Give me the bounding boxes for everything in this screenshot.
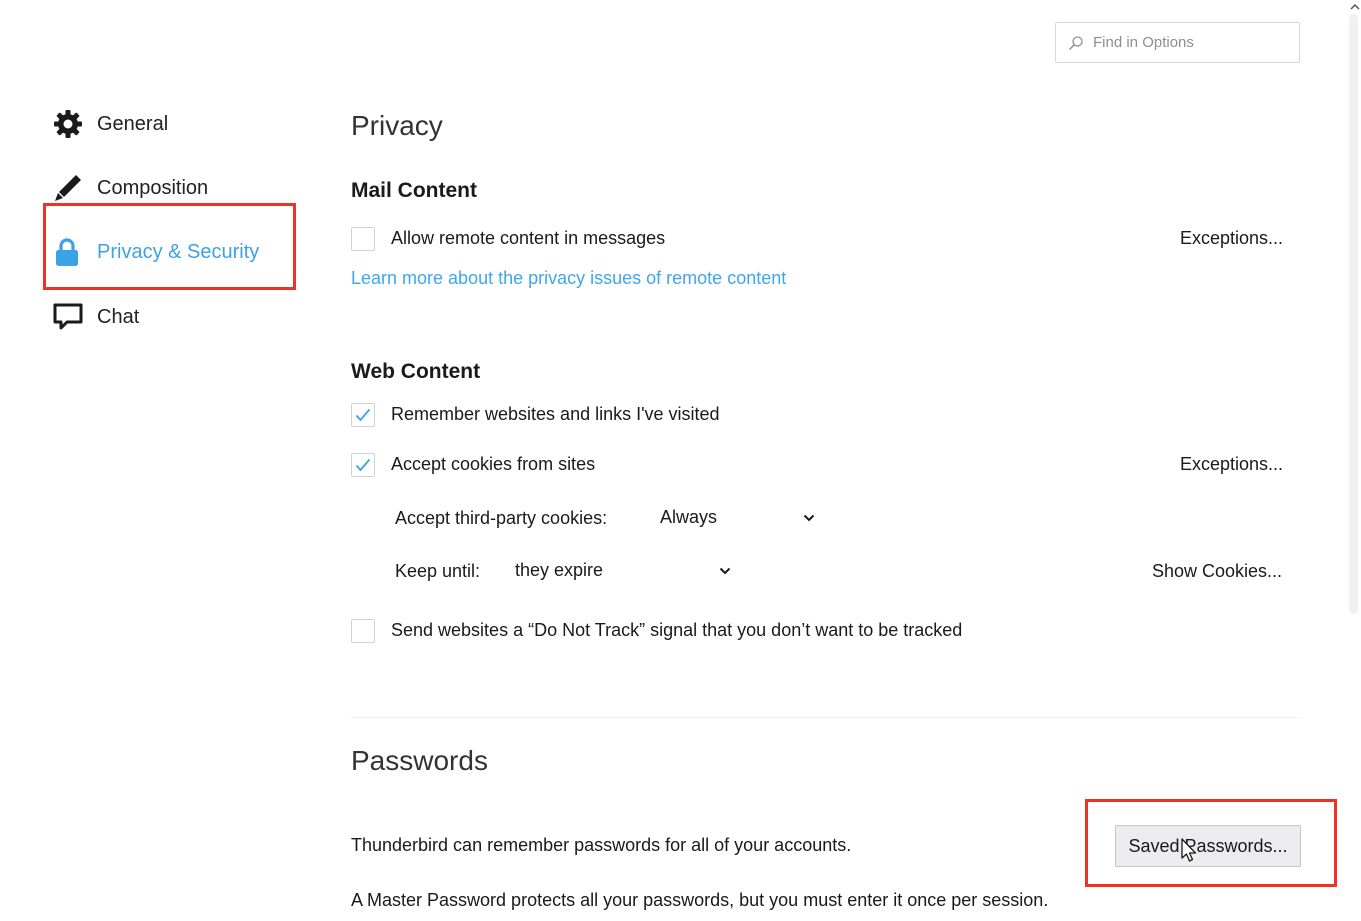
learn-more-link[interactable]: Learn more about the privacy issues of r… bbox=[351, 268, 786, 289]
master-password-text: A Master Password protects all your pass… bbox=[351, 890, 1049, 910]
accept-cookies-label[interactable]: Accept cookies from sites bbox=[391, 454, 595, 475]
mouse-cursor-icon bbox=[1181, 838, 1197, 862]
scrollbar-thumb[interactable] bbox=[1349, 14, 1358, 614]
keep-until-dropdown[interactable]: they expire bbox=[515, 560, 731, 581]
web-content-heading: Web Content bbox=[351, 360, 481, 383]
checkmark-icon bbox=[355, 408, 371, 422]
allow-remote-content-label[interactable]: Allow remote content in messages bbox=[391, 228, 665, 249]
do-not-track-checkbox[interactable] bbox=[351, 619, 375, 643]
allow-remote-content-checkbox[interactable] bbox=[351, 227, 375, 251]
remember-websites-checkbox[interactable] bbox=[351, 403, 375, 427]
do-not-track-label[interactable]: Send websites a “Do Not Track” signal th… bbox=[391, 620, 962, 641]
mail-content-heading: Mail Content bbox=[351, 179, 477, 202]
chat-bubble-icon bbox=[52, 301, 84, 333]
search-icon bbox=[1068, 35, 1083, 50]
sidebar-item-chat[interactable]: Chat bbox=[52, 297, 139, 337]
pencil-icon bbox=[52, 172, 84, 204]
remember-websites-label[interactable]: Remember websites and links I've visited bbox=[391, 404, 720, 425]
keep-until-value: they expire bbox=[515, 560, 604, 580]
mail-exceptions-button[interactable]: Exceptions... bbox=[1180, 228, 1283, 249]
accept-cookies-checkbox[interactable] bbox=[351, 453, 375, 477]
keep-until-label: Keep until: bbox=[395, 561, 481, 581]
section-title-privacy: Privacy bbox=[351, 110, 443, 141]
chevron-down-icon bbox=[803, 514, 815, 521]
section-title-passwords: Passwords bbox=[351, 745, 488, 776]
search-input[interactable] bbox=[1091, 33, 1285, 52]
sidebar-item-label: General bbox=[97, 112, 169, 135]
sidebar-item-general[interactable]: General bbox=[52, 104, 168, 144]
lock-icon bbox=[52, 236, 84, 268]
checkmark-icon bbox=[355, 458, 371, 472]
show-cookies-button[interactable]: Show Cookies... bbox=[1152, 561, 1282, 582]
chevron-up-icon bbox=[1349, 3, 1360, 10]
third-party-cookies-label: Accept third-party cookies: bbox=[395, 508, 608, 528]
passwords-remember-text: Thunderbird can remember passwords for a… bbox=[351, 835, 852, 855]
third-party-cookies-value: Always bbox=[660, 507, 718, 527]
sidebar-item-privacy-security[interactable]: Privacy & Security bbox=[52, 232, 259, 272]
cookie-exceptions-button[interactable]: Exceptions... bbox=[1180, 454, 1283, 475]
chevron-down-icon bbox=[719, 567, 731, 574]
scroll-up-arrow[interactable] bbox=[1348, 0, 1361, 14]
saved-passwords-button[interactable]: Saved Passwords... bbox=[1115, 825, 1301, 867]
third-party-cookies-dropdown[interactable]: Always bbox=[660, 507, 815, 528]
section-divider bbox=[351, 717, 1301, 718]
sidebar-item-label: Composition bbox=[97, 176, 209, 199]
sidebar-item-composition[interactable]: Composition bbox=[52, 168, 208, 208]
sidebar-item-label: Privacy & Security bbox=[97, 240, 260, 263]
gear-icon bbox=[52, 108, 84, 140]
sidebar-item-label: Chat bbox=[97, 305, 140, 328]
options-page: General Composition Privacy & Security C… bbox=[0, 0, 1361, 921]
search-box[interactable] bbox=[1055, 22, 1300, 63]
